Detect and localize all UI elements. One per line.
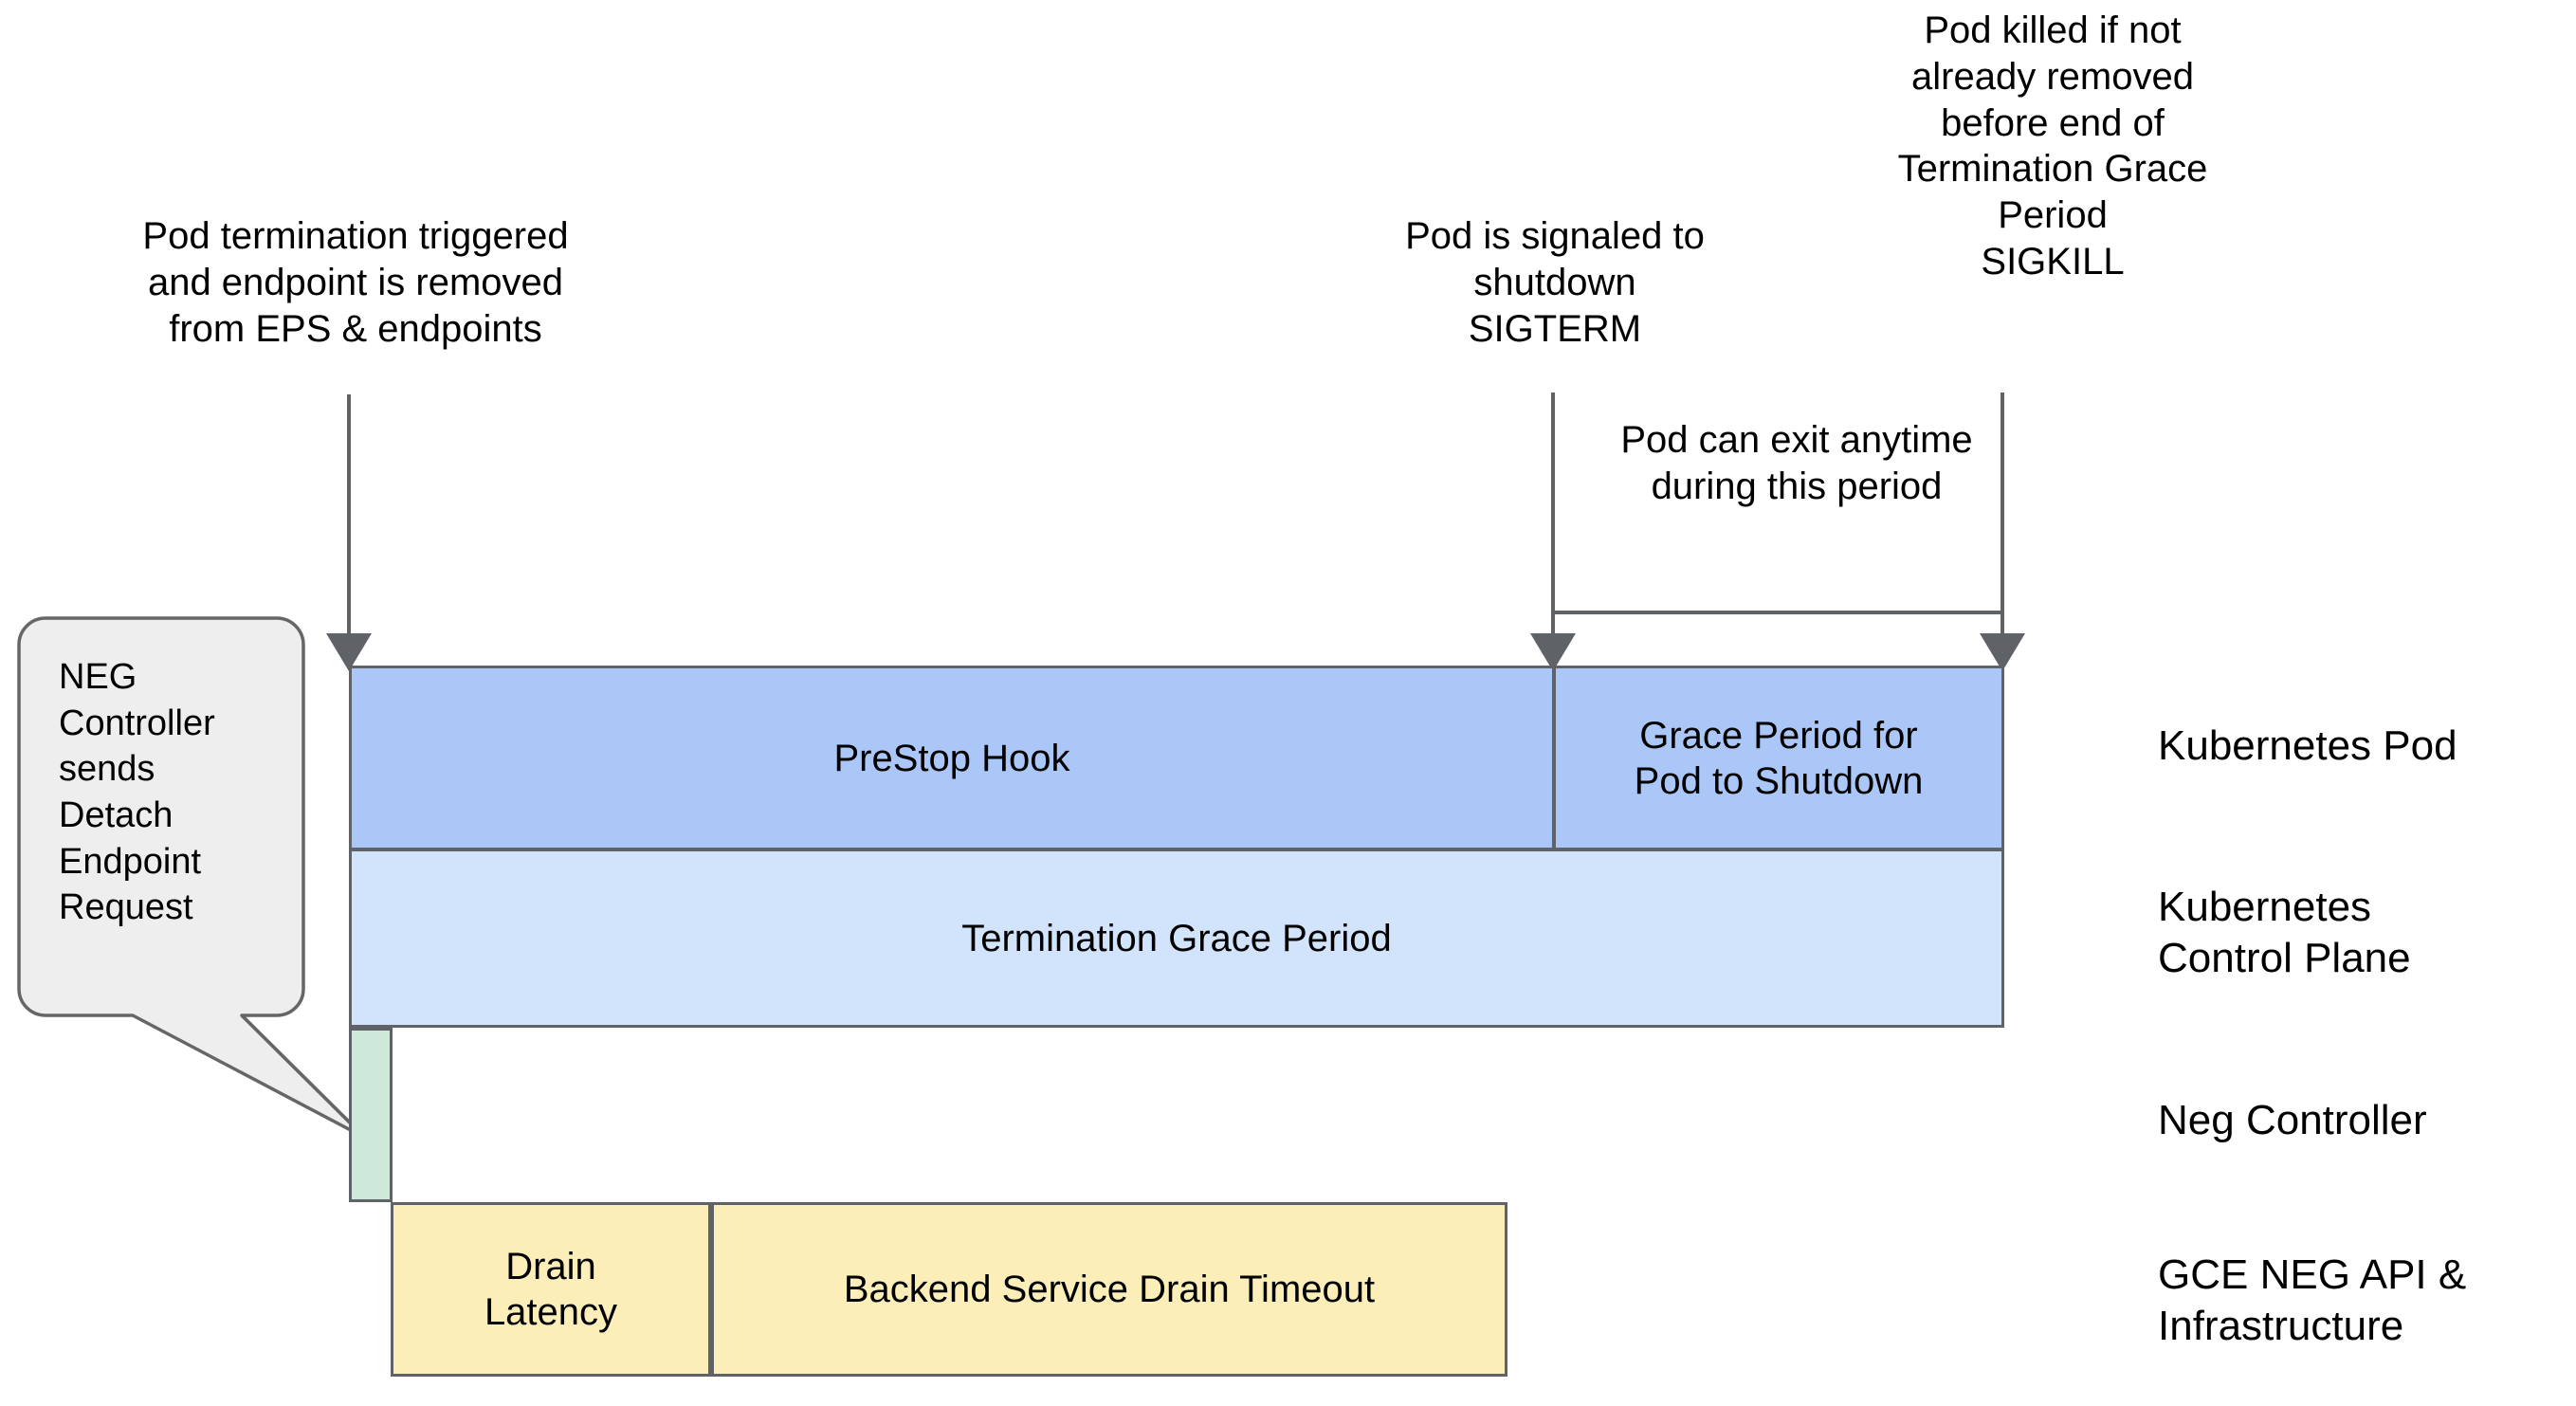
bar-backend-service-drain-timeout[interactable]: Backend Service Drain Timeout: [711, 1202, 1507, 1377]
lane-label-kubernetes-pod: Kubernetes Pod: [2158, 722, 2457, 769]
bar-grace-period-shutdown[interactable]: Grace Period for Pod to Shutdown: [1553, 666, 2004, 850]
annotation-pod-signaled-shutdown: Pod is signaled to shutdown SIGTERM: [1405, 215, 1705, 350]
neg-controller-callout-tail-crease: [240, 1013, 367, 1140]
lane-label-gce-neg-api: GCE NEG API & Infrastructure: [2158, 1251, 2467, 1349]
diagram-canvas: Pod termination triggered and endpoint i…: [0, 0, 2576, 1406]
bar-prestop-hook[interactable]: PreStop Hook: [349, 666, 1555, 850]
annotation-pod-termination-triggered: Pod termination triggered and endpoint i…: [142, 215, 569, 350]
lane-label-kubernetes-control-plane: Kubernetes Control Plane: [2158, 884, 2411, 981]
annotation-pod-killed-sigkill: Pod killed if not already removed before…: [1897, 9, 2208, 283]
bar-termination-grace-period[interactable]: Termination Grace Period: [349, 849, 2004, 1028]
neg-controller-callout-label: NEG Controller sends Detach Endpoint Req…: [59, 657, 215, 928]
lane-label-neg-controller: Neg Controller: [2158, 1097, 2427, 1143]
bar-drain-latency[interactable]: Drain Latency: [391, 1202, 711, 1377]
annotation-pod-can-exit-anytime: Pod can exit anytime during this period: [1620, 419, 1973, 507]
bar-neg-detach[interactable]: [349, 1028, 393, 1202]
